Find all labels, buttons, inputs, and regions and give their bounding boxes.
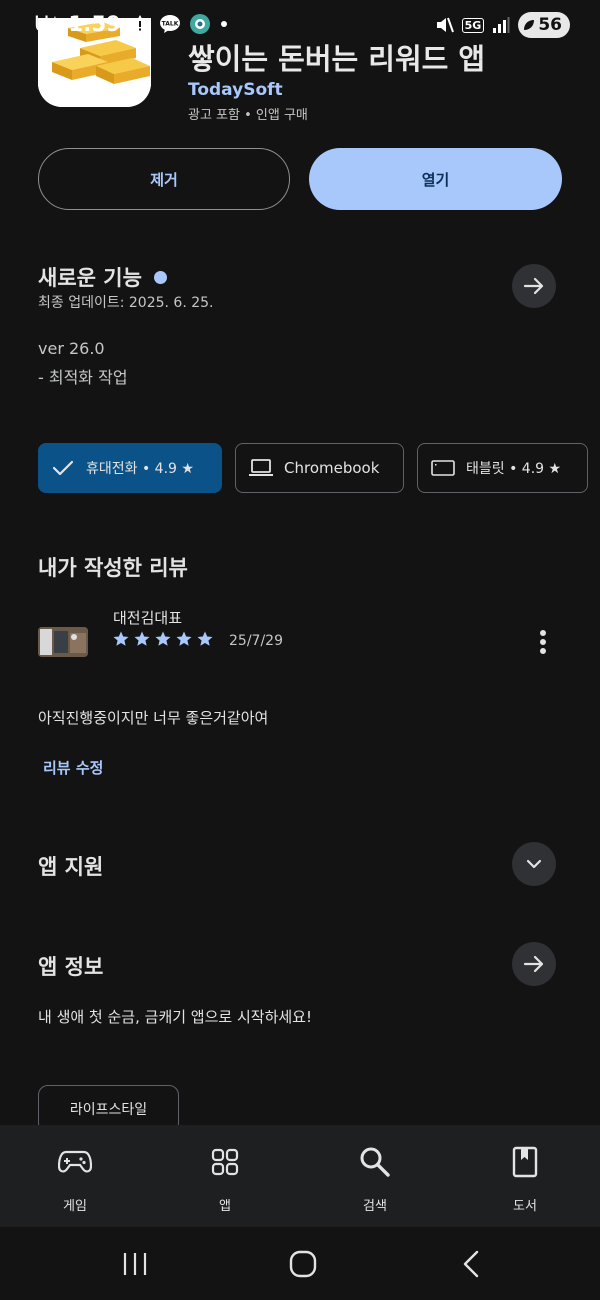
tablet-icon	[431, 460, 455, 476]
app-description: 내 생애 첫 순금, 금캐기 앱으로 시작하세요!	[38, 1008, 312, 1026]
open-button[interactable]: 열기	[309, 148, 562, 210]
system-navigation-bar	[0, 1227, 600, 1300]
carrier-label: U⁺	[34, 12, 61, 36]
nav-label: 검색	[363, 1199, 387, 1214]
chevron-down-icon	[526, 859, 542, 869]
last-updated: 최종 업데이트: 2025. 6. 25.	[38, 295, 214, 311]
battery-level: 56	[538, 15, 562, 35]
battery-indicator: 56	[518, 12, 570, 38]
signal-icon	[492, 16, 510, 34]
device-chip-chromebook[interactable]: Chromebook	[235, 443, 404, 493]
network-type-badge: 5G	[461, 17, 485, 33]
whats-new-arrow-button[interactable]	[512, 264, 556, 308]
more-options-icon[interactable]	[530, 626, 556, 658]
star-icon	[113, 631, 129, 646]
whats-new-header[interactable]: 새로운 기능	[38, 262, 167, 292]
book-icon	[512, 1145, 538, 1179]
bottom-navigation: 게임 앱 검색 도서	[0, 1125, 600, 1227]
laptop-icon	[249, 459, 273, 476]
app-support-expand-button[interactable]	[512, 842, 556, 886]
rating-stars	[112, 630, 214, 648]
leaf-icon	[524, 20, 535, 30]
nav-item-apps[interactable]: 앱	[165, 1125, 285, 1227]
home-icon	[289, 1250, 317, 1278]
developer-link[interactable]: TodaySoft	[188, 80, 283, 100]
talk-badge-text: TALK	[161, 21, 178, 28]
app-notification-icon	[189, 13, 211, 35]
device-chip-label: Chromebook	[284, 459, 380, 477]
nav-item-search[interactable]: 검색	[315, 1125, 435, 1227]
nav-label: 게임	[63, 1199, 87, 1214]
arrow-right-icon	[523, 277, 544, 295]
device-chip-tablet[interactable]: 태블릿 • 4.9 ★	[417, 443, 588, 493]
arrow-right-icon	[523, 955, 544, 973]
star-icon	[134, 631, 150, 646]
search-icon	[359, 1145, 391, 1179]
star-icon	[197, 631, 213, 646]
clock: 1:59	[68, 12, 121, 36]
device-chip-phone[interactable]: 휴대전화 • 4.9 ★	[38, 443, 222, 493]
recent-apps-icon	[123, 1253, 147, 1275]
device-chip-label: 태블릿 • 4.9 ★	[466, 461, 562, 477]
review-text: 아직진행중이지만 너무 좋은거같아여	[38, 709, 269, 727]
nav-label: 도서	[513, 1199, 537, 1214]
status-bar: U⁺ 1:59 TALK 5G 56	[0, 0, 600, 54]
kakaotalk-icon: TALK	[159, 14, 181, 34]
app-meta: 광고 포함 • 인앱 구매	[188, 108, 308, 123]
version-note: - 최적화 작업	[38, 368, 128, 387]
back-button[interactable]	[446, 1247, 496, 1281]
recent-apps-button[interactable]	[110, 1247, 160, 1281]
nav-item-games[interactable]: 게임	[15, 1125, 135, 1227]
device-chip-label: 휴대전화 • 4.9 ★	[86, 461, 194, 477]
warning-icon	[129, 14, 151, 34]
notification-dot-icon	[219, 19, 229, 29]
nav-label: 앱	[219, 1199, 231, 1214]
back-icon	[463, 1250, 479, 1278]
home-button[interactable]	[278, 1247, 328, 1281]
edit-review-link[interactable]: 리뷰 수정	[43, 757, 103, 778]
app-info-title[interactable]: 앱 정보	[38, 951, 103, 981]
avatar	[38, 627, 88, 657]
app-info-arrow-button[interactable]	[512, 942, 556, 986]
app-support-title[interactable]: 앱 지원	[38, 851, 103, 881]
star-icon	[155, 631, 171, 646]
mute-icon	[434, 15, 454, 35]
star-icon	[176, 631, 192, 646]
nav-item-books[interactable]: 도서	[465, 1125, 585, 1227]
play-store-app-page: U⁺ 1:59 TALK 5G 56 쌓이는 돈버는 리워드 앱 TodaySo…	[0, 0, 600, 1300]
version-text: ver 26.0	[38, 339, 105, 358]
whats-new-title: 새로운 기능	[38, 266, 142, 290]
apps-grid-icon	[211, 1145, 239, 1179]
new-indicator-dot	[153, 270, 167, 284]
review-date: 25/7/29	[229, 633, 283, 649]
reviewer-name: 대전김대표	[113, 609, 183, 627]
my-review-title: 내가 작성한 리뷰	[38, 556, 188, 580]
gamepad-icon	[58, 1145, 92, 1179]
uninstall-button[interactable]: 제거	[38, 148, 290, 210]
check-icon	[52, 460, 74, 476]
